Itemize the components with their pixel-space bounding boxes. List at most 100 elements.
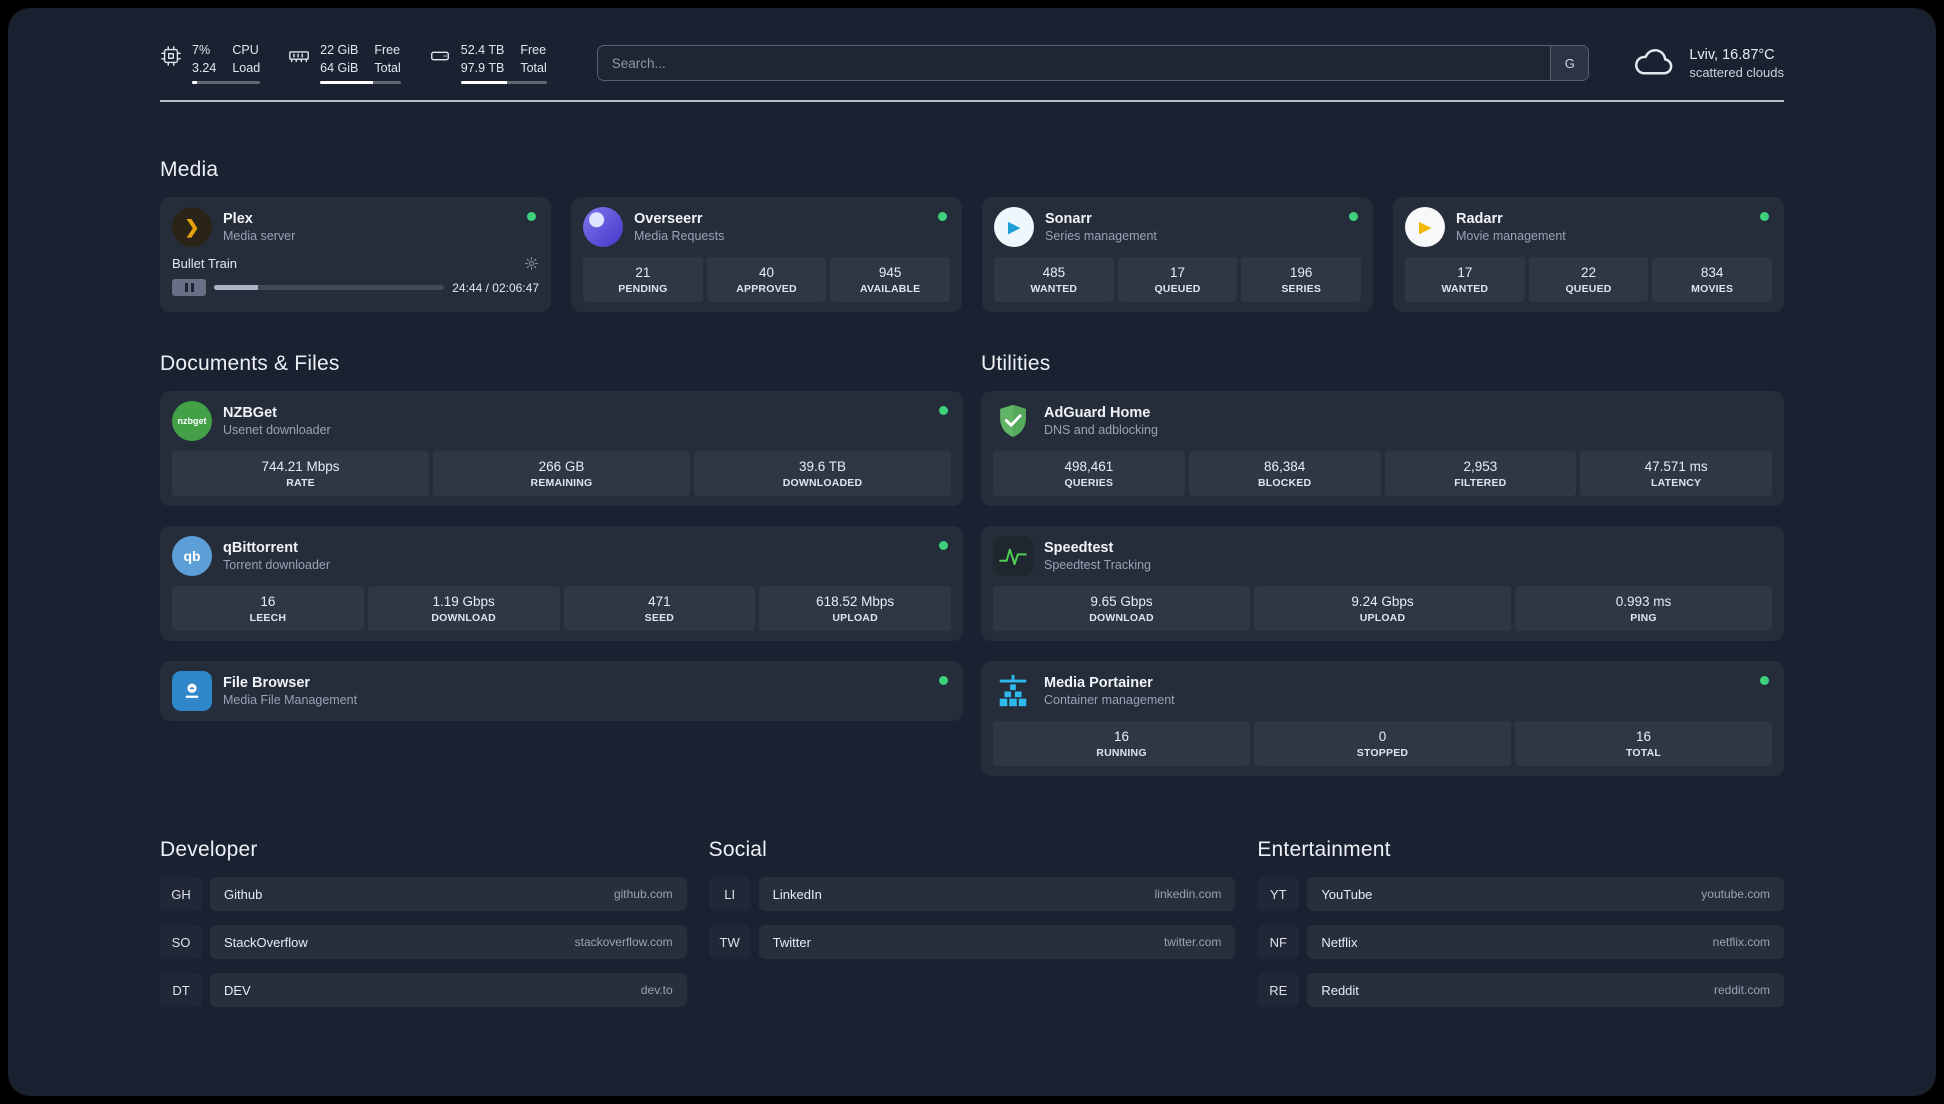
disk-progressbar	[460, 81, 547, 84]
stat-box: 22 QUEUED	[1528, 257, 1649, 302]
stat-box: 834 MOVIES	[1652, 257, 1773, 302]
status-dot	[939, 406, 948, 415]
section-title-developer: Developer	[160, 838, 258, 861]
pause-button[interactable]	[172, 279, 206, 296]
service-link-nzbget[interactable]: nzbget NZBGet Usenet downloader	[172, 401, 951, 441]
service-card-overseerr: Overseerr Media Requests 21 PENDING 40 APP…	[571, 197, 962, 312]
stat-box: 47.571 ms LATENCY	[1580, 451, 1772, 496]
resource-disk: 52.4 TB 97.9 TB Free Total	[429, 42, 547, 84]
search-input[interactable]	[596, 45, 1590, 81]
memory-icon	[288, 45, 310, 72]
service-link-adguard[interactable]: AdGuard Home DNS and adblocking	[993, 401, 1772, 441]
playback-time: 24:44 / 02:06:47	[452, 280, 539, 295]
section-title-media: Media	[160, 158, 219, 181]
bookmark-abbr: SO	[160, 925, 202, 959]
stat-box: 266 GB REMAINING	[433, 451, 690, 496]
disk-total-label: Total	[520, 60, 547, 75]
stat-box: 618.52 Mbps UPLOAD	[759, 586, 951, 631]
now-playing-title: Bullet Train	[172, 256, 238, 271]
service-link-portainer[interactable]: Media Portainer Container management	[993, 671, 1772, 711]
bookmark-github[interactable]: GH Github github.com	[160, 877, 687, 911]
bookmark-abbr: RE	[1257, 973, 1299, 1007]
playback-progressbar[interactable]	[214, 285, 445, 290]
service-card-plex: ❯ Plex Media server Bullet Train 24:44 /…	[160, 197, 551, 312]
status-dot	[1349, 212, 1358, 221]
stat-box: 0 STOPPED	[1254, 721, 1511, 766]
stat-box: 39.6 TB DOWNLOADED	[694, 451, 951, 496]
weather-location: Lviv, 16.87°C	[1689, 46, 1775, 63]
bookmark-abbr: GH	[160, 877, 202, 911]
stat-box: 0.993 ms PING	[1515, 586, 1772, 631]
resource-memory: 22 GiB 64 GiB Free Total	[288, 42, 401, 84]
service-card-speedtest: Speedtest Speedtest Tracking 9.65 Gbps DO…	[981, 526, 1784, 641]
service-link-plex[interactable]: ❯ Plex Media server	[172, 207, 539, 247]
weather-condition: scattered clouds	[1689, 64, 1784, 80]
memory-free-label: Free	[374, 43, 401, 57]
cpu-progressbar	[192, 81, 261, 84]
settings-gear-icon[interactable]	[524, 256, 539, 271]
memory-free-value: 22 GiB	[320, 43, 359, 57]
service-link-sonarr[interactable]: ▶ Sonarr Series management	[994, 207, 1361, 247]
cpu-label: CPU	[232, 43, 259, 57]
cpu-load-value: 3.24	[192, 60, 217, 75]
disk-icon	[429, 45, 451, 72]
cpu-percent: 7%	[192, 43, 211, 57]
bookmark-youtube[interactable]: YT YouTube youtube.com	[1257, 877, 1784, 911]
topbar-divider	[160, 100, 1784, 102]
bookmark-abbr: DT	[160, 973, 202, 1007]
bookmark-group-social: Social LI LinkedIn linkedin.com TW Twitte…	[709, 838, 1236, 1021]
service-card-filebrowser: File Browser Media File Management	[160, 661, 963, 721]
stat-box: 86,384 BLOCKED	[1188, 451, 1381, 496]
search-provider-button[interactable]: G	[1550, 46, 1589, 80]
search-bar: G	[596, 45, 1590, 81]
bookmark-dev[interactable]: DT DEV dev.to	[160, 973, 687, 1007]
stat-box: 744.21 Mbps RATE	[172, 451, 429, 496]
service-link-overseerr[interactable]: Overseerr Media Requests	[583, 207, 950, 247]
service-link-filebrowser[interactable]: File Browser Media File Management	[172, 671, 951, 711]
status-dot	[939, 676, 948, 685]
stat-box: 2,953 FILTERED	[1384, 451, 1577, 496]
cpu-icon	[160, 45, 182, 72]
sonarr-icon: ▶	[994, 207, 1034, 247]
stat-box: 17 QUEUED	[1117, 257, 1238, 302]
service-name: Plex	[223, 211, 253, 227]
filebrowser-icon	[172, 671, 212, 711]
service-link-speedtest[interactable]: Speedtest Speedtest Tracking	[993, 536, 1772, 576]
bookmark-stackoverflow[interactable]: SO StackOverflow stackoverflow.com	[160, 925, 687, 959]
cpu-load-label: Load	[232, 60, 261, 75]
adguard-shield-icon	[993, 401, 1033, 441]
bookmark-linkedin[interactable]: LI LinkedIn linkedin.com	[709, 877, 1236, 911]
stat-box: 196 SERIES	[1241, 257, 1362, 302]
radarr-icon: ▶	[1405, 207, 1445, 247]
memory-total-value: 64 GiB	[320, 60, 359, 75]
stat-box: 471 SEED	[563, 586, 756, 631]
disk-total-value: 97.9 TB	[460, 60, 505, 75]
service-desc: Media server	[223, 229, 296, 243]
nzbget-icon: nzbget	[172, 401, 212, 441]
disk-free-value: 52.4 TB	[460, 43, 505, 57]
status-dot	[527, 212, 536, 221]
bookmark-abbr: NF	[1257, 925, 1299, 959]
service-card-nzbget: nzbget NZBGet Usenet downloader 744.21 M…	[160, 391, 963, 506]
section-media: Media ❯ Plex Media server Bullet Train 2…	[160, 158, 1784, 312]
status-dot	[938, 212, 947, 221]
memory-total-label: Total	[374, 60, 401, 75]
overseerr-icon	[583, 207, 623, 247]
service-link-radarr[interactable]: ▶ Radarr Movie management	[1405, 207, 1772, 247]
section-title-social: Social	[708, 838, 768, 861]
dashboard-panel: 7% 3.24 CPU Load 22 GiB 64 GiB Free Tota…	[8, 8, 1936, 1096]
stat-box: 40 APPROVED	[706, 257, 827, 302]
cloud-icon	[1631, 44, 1677, 83]
stat-box: 16 LEECH	[172, 586, 364, 631]
status-dot	[939, 541, 948, 550]
status-dot	[1760, 212, 1769, 221]
service-link-qbittorrent[interactable]: qb qBittorrent Torrent downloader	[172, 536, 951, 576]
stat-box: 21 PENDING	[583, 257, 703, 302]
bookmark-netflix[interactable]: NF Netflix netflix.com	[1257, 925, 1784, 959]
stat-box: 16 TOTAL	[1515, 721, 1772, 766]
bookmark-reddit[interactable]: RE Reddit reddit.com	[1257, 973, 1784, 1007]
section-utilities: Utilities AdGuard Home DNS and adblockin…	[981, 352, 1784, 776]
bookmark-twitter[interactable]: TW Twitter twitter.com	[709, 925, 1236, 959]
stat-box: 16 RUNNING	[993, 721, 1250, 766]
stat-box: 17 WANTED	[1405, 257, 1525, 302]
